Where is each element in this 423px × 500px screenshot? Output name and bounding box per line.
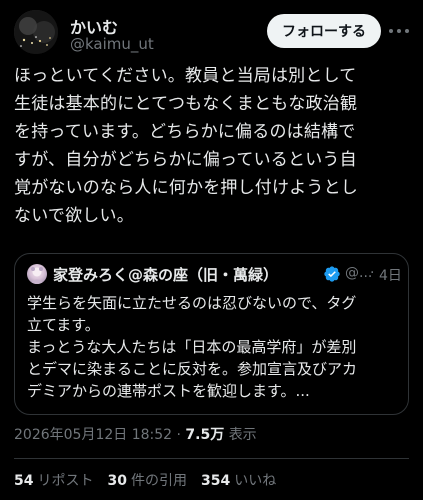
author-handle[interactable]: @kaimu_ut	[70, 35, 154, 53]
follow-button[interactable]: フォローする	[267, 14, 381, 48]
more-horizontal-icon[interactable]	[389, 22, 409, 40]
reposts-label: リポスト	[37, 473, 94, 489]
tweet-meta: 2026年05月12日 18:52 · 7.5万 表示	[14, 424, 257, 444]
engagement-stats: 54 リポスト 30 件の引用 354 いいね	[14, 470, 276, 490]
reposts-stat[interactable]: 54 リポスト	[14, 470, 93, 490]
tweet-header: かいむ @kaimu_ut フォローする	[14, 10, 409, 56]
separator-dot: ·	[370, 265, 375, 281]
quoted-author-handle: @...	[345, 265, 373, 281]
likes-count: 354	[200, 473, 231, 489]
quoted-author-avatar	[27, 264, 47, 284]
reposts-count: 54	[14, 473, 34, 489]
likes-stat[interactable]: 354 いいね	[201, 470, 276, 490]
quoted-tweet[interactable]: 家登みろく@森の座（旧・萬緑） @... · 4日 学生らを矢面に立たせるのは忍…	[14, 253, 409, 415]
quotes-count: 30	[107, 473, 127, 489]
tweet-text: ほっといてください。教員と当局は別として 生徒は基本的にとてつもなくまともな政治…	[14, 66, 358, 226]
tweet-timestamp[interactable]: 2026年05月12日 18:52	[14, 427, 172, 443]
verified-badge-icon	[324, 266, 340, 282]
quotes-stat[interactable]: 30 件の引用	[107, 470, 186, 490]
views-label: 表示	[228, 427, 257, 443]
separator-dot: ·	[176, 427, 181, 443]
author-avatar[interactable]	[14, 10, 58, 54]
quoted-tweet-text: 学生らを矢面に立たせるのは忍びないので、タグ 立てます。 まっとうな大人たちは「…	[27, 294, 358, 400]
divider	[14, 458, 409, 459]
views-count: 7.5万	[185, 427, 225, 443]
likes-label: いいね	[234, 473, 277, 489]
quotes-label: 件の引用	[130, 473, 187, 489]
quoted-author-name: 家登みろく@森の座（旧・萬緑）	[53, 266, 279, 284]
avatar-night-cityscape-icon	[14, 10, 58, 54]
quoted-tweet-date: 4日	[379, 268, 402, 284]
